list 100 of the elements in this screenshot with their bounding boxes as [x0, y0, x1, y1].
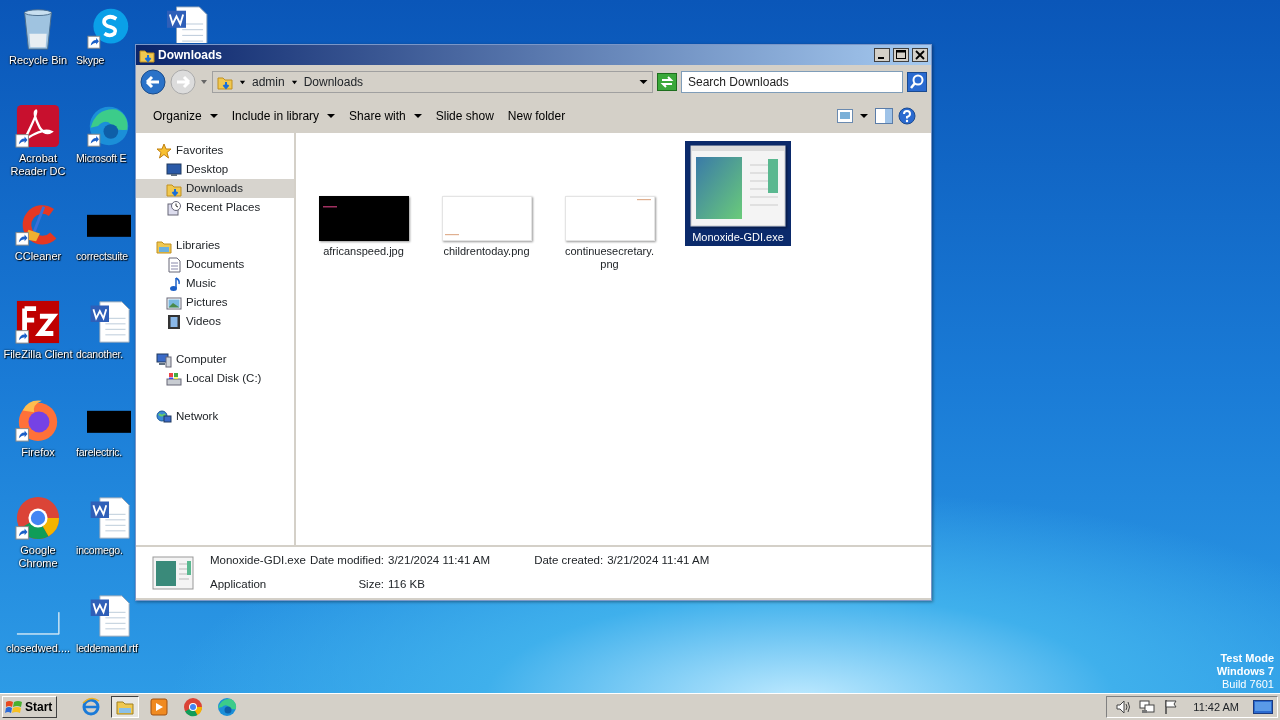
pdf-reader-icon[interactable]	[15, 103, 61, 149]
close-button[interactable]	[912, 48, 928, 62]
watermark-text: Build 7601	[1222, 678, 1274, 691]
speaker-icon[interactable]	[1115, 699, 1132, 715]
nav-label: Network	[176, 408, 219, 424]
document-icon	[166, 256, 182, 273]
file-item[interactable]: childrentoday.png	[439, 186, 534, 260]
nav-label: Recent Places	[186, 199, 261, 215]
search-icon[interactable]	[907, 72, 927, 92]
file-item[interactable]: Monoxide-GDI.exe	[685, 141, 791, 246]
property-label: Date created:	[534, 553, 604, 569]
toolbar-button[interactable]: Share with	[342, 104, 429, 128]
nav-item[interactable]: Favorites	[136, 141, 294, 160]
network-icon[interactable]	[1139, 699, 1156, 715]
back-button[interactable]	[140, 69, 166, 95]
nav-label: Libraries	[176, 237, 221, 253]
breadcrumb-caret-icon[interactable]	[290, 78, 298, 86]
taskbar-button[interactable]	[111, 696, 140, 718]
file-name: Monoxide-GDI.exe	[210, 553, 306, 569]
address-bar[interactable]: admin Downloads	[212, 71, 653, 93]
star-icon	[156, 142, 172, 159]
file-item[interactable]: africanspeed.jpg	[316, 186, 411, 260]
desktop-icon-label[interactable]: Firefox	[21, 446, 55, 459]
toolbar-button[interactable]: Slide show	[428, 104, 501, 128]
property-label: Size:	[357, 576, 385, 592]
nav-item[interactable]: Pictures	[136, 293, 294, 312]
drive-icon	[166, 370, 182, 387]
file-name: Monoxide-GDI.exe	[691, 231, 785, 244]
folder-icon	[139, 47, 155, 63]
breadcrumb-caret-icon[interactable]	[239, 78, 246, 86]
nav-item[interactable]: Videos	[136, 312, 294, 331]
desktop-icon-label[interactable]: Acrobat Reader DC	[1, 152, 75, 178]
network-icon	[156, 408, 172, 425]
nav-label: Desktop	[186, 161, 229, 177]
nav-item[interactable]: Recent Places	[136, 198, 294, 217]
desktop-icon-label[interactable]: FileZilla Client	[1, 348, 75, 361]
watermark-text: Test Mode	[1220, 652, 1274, 665]
filezilla-icon[interactable]	[15, 299, 61, 345]
nav-item[interactable]: Network	[136, 407, 294, 426]
chrome-icon[interactable]	[15, 495, 61, 541]
breadcrumb-item[interactable]: Downloads	[303, 73, 364, 91]
recent-pages-caret-icon[interactable]	[200, 78, 208, 86]
nav-label: Videos	[186, 313, 221, 329]
property-value: 3/21/2024 11:41 AM	[607, 553, 710, 569]
search-field[interactable]: Search Downloads	[681, 71, 903, 93]
picture-icon	[166, 294, 182, 311]
file-name: africanspeed.jpg	[322, 245, 405, 258]
dropdown-caret-icon[interactable]	[639, 78, 648, 86]
nav-item[interactable]: Computer	[136, 350, 294, 369]
desktop-icon-label[interactable]: CCleaner	[14, 250, 62, 263]
property-label: Date modified:	[309, 553, 385, 569]
start-button[interactable]: Start	[2, 696, 58, 718]
desktop-icon	[166, 161, 182, 178]
nav-label: Music	[186, 275, 217, 291]
watermark-text: Windows 7	[1216, 665, 1274, 678]
nav-label: Computer	[176, 351, 227, 367]
nav-item[interactable]: Documents	[136, 255, 294, 274]
nav-item[interactable]: Downloads	[136, 179, 294, 198]
nav-label: Local Disk (C:)	[186, 370, 262, 386]
desktop-icon-label[interactable]: Recycle Bin	[8, 54, 68, 67]
browser-icon	[217, 697, 238, 717]
nav-item[interactable]: Music	[136, 274, 294, 293]
nav-item[interactable]: Desktop	[136, 160, 294, 179]
nav-label: Downloads	[186, 180, 243, 196]
nav-item[interactable]: Libraries	[136, 236, 294, 255]
breadcrumb-item[interactable]: admin	[252, 73, 285, 91]
media-player-icon	[149, 697, 170, 717]
minimize-button[interactable]	[874, 48, 890, 62]
desktop-icon-label[interactable]: Microsoft E	[76, 152, 127, 165]
file-name: continuesecretary.png	[563, 245, 656, 271]
file-type: Application	[210, 576, 268, 592]
folder-icon	[217, 74, 233, 90]
views-icon[interactable]	[837, 109, 853, 123]
application-thumbnail	[152, 555, 194, 590]
toolbar-button[interactable]: New folder	[500, 104, 573, 128]
desktop-icon-label[interactable]: Skype	[76, 54, 105, 67]
nav-label: Documents	[186, 256, 245, 272]
desktop-icon-label[interactable]: dcanother.	[76, 348, 124, 361]
desktop-icon-label[interactable]: correctsuite	[76, 250, 128, 263]
desktop-icon-label[interactable]: Google Chrome	[1, 544, 75, 570]
file-name: childrentoday.png	[442, 245, 531, 258]
flag-icon[interactable]	[1163, 699, 1180, 715]
nav-item[interactable]: Local Disk (C:)	[136, 369, 294, 388]
preview-pane-icon[interactable]	[875, 108, 893, 124]
toolbar-button[interactable]: Organize	[146, 104, 225, 128]
clock[interactable]: 11:42 AM	[1187, 698, 1245, 716]
desktop-icon-label[interactable]: farelectric.	[76, 446, 123, 459]
computer-icon	[156, 351, 172, 368]
browser-icon	[81, 697, 102, 717]
window-title: Downloads	[158, 47, 223, 64]
recent-places-icon	[166, 199, 182, 216]
maximize-button[interactable]	[893, 48, 909, 62]
windows-logo-icon	[5, 699, 23, 715]
refresh-button[interactable]	[657, 73, 677, 91]
toolbar-button[interactable]: Include in library	[224, 104, 343, 128]
file-item[interactable]: continuesecretary.png	[562, 186, 657, 273]
chrome-icon	[183, 697, 204, 717]
show-desktop-icon[interactable]	[1253, 699, 1273, 715]
property-value: 3/21/2024 11:41 AM	[388, 553, 491, 569]
nav-label: Favorites	[176, 142, 224, 158]
